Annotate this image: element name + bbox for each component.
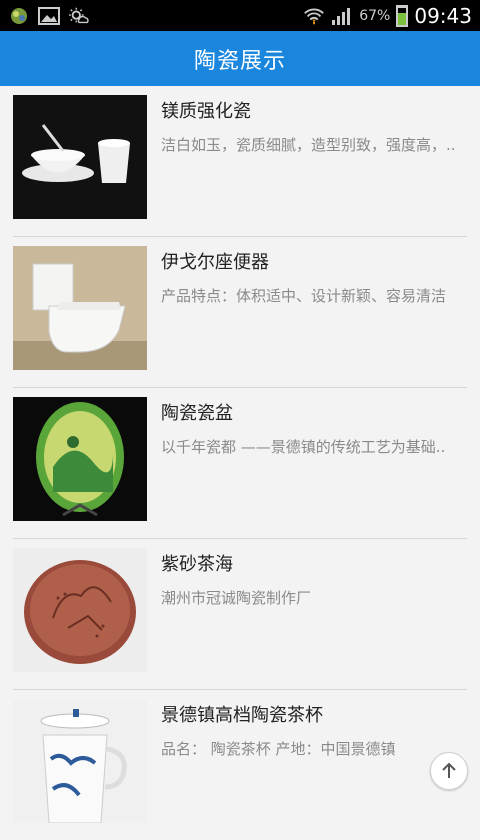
list-item[interactable]: 陶瓷瓷盆 以千年瓷都 ——景德镇的传统工艺为基础.. [0, 388, 480, 538]
item-description: 洁白如玉，瓷质细腻，造型别致，强度高，.. [161, 136, 456, 154]
page-title: 陶瓷展示 [193, 48, 286, 74]
app-icon [8, 6, 30, 26]
product-image-zisha-tea-tray [13, 548, 147, 672]
scroll-to-top-button[interactable] [430, 752, 468, 790]
item-description: 产品特点：体积适中、设计新颖、容易清洁 [161, 287, 447, 305]
list-item[interactable]: 紫砂茶海 潮州市冠诚陶瓷制作厂 [0, 539, 480, 689]
item-title: 紫砂茶海 [161, 554, 233, 575]
list-item[interactable]: 镁质强化瓷 洁白如玉，瓷质细腻，造型别致，强度高，.. [0, 86, 480, 236]
signal-icon [331, 6, 353, 26]
item-title: 景德镇高档陶瓷茶杯 [161, 705, 323, 726]
wifi-icon [303, 6, 325, 26]
battery-percent: 67% [359, 7, 391, 24]
item-title: 镁质强化瓷 [161, 101, 251, 122]
product-image-toilet [13, 246, 147, 370]
gallery-icon [38, 6, 60, 26]
battery-icon [396, 4, 409, 27]
item-title: 伊戈尔座便器 [161, 252, 269, 273]
status-bar: 67% 09:43 [0, 0, 480, 31]
list-item[interactable]: 伊戈尔座便器 产品特点：体积适中、设计新颖、容易清洁 [0, 237, 480, 387]
clock: 09:43 [414, 3, 472, 28]
weather-icon [68, 6, 90, 26]
item-description: 潮州市冠诚陶瓷制作厂 [161, 589, 312, 607]
product-image-tea-cup [13, 699, 147, 823]
list-item[interactable]: 景德镇高档陶瓷茶杯 品名： 陶瓷茶杯 产地：中国景德镇 [0, 690, 480, 840]
arrow-up-icon [442, 762, 456, 778]
item-description: 品名： 陶瓷茶杯 产地：中国景德镇 [161, 740, 396, 758]
product-image-porcelain-cups [13, 95, 147, 219]
page-title-bar: 陶瓷展示 [0, 31, 480, 86]
item-title: 陶瓷瓷盆 [161, 403, 233, 424]
item-description: 以千年瓷都 ——景德镇的传统工艺为基础.. [161, 438, 446, 456]
product-image-ceramic-basin [13, 397, 147, 521]
